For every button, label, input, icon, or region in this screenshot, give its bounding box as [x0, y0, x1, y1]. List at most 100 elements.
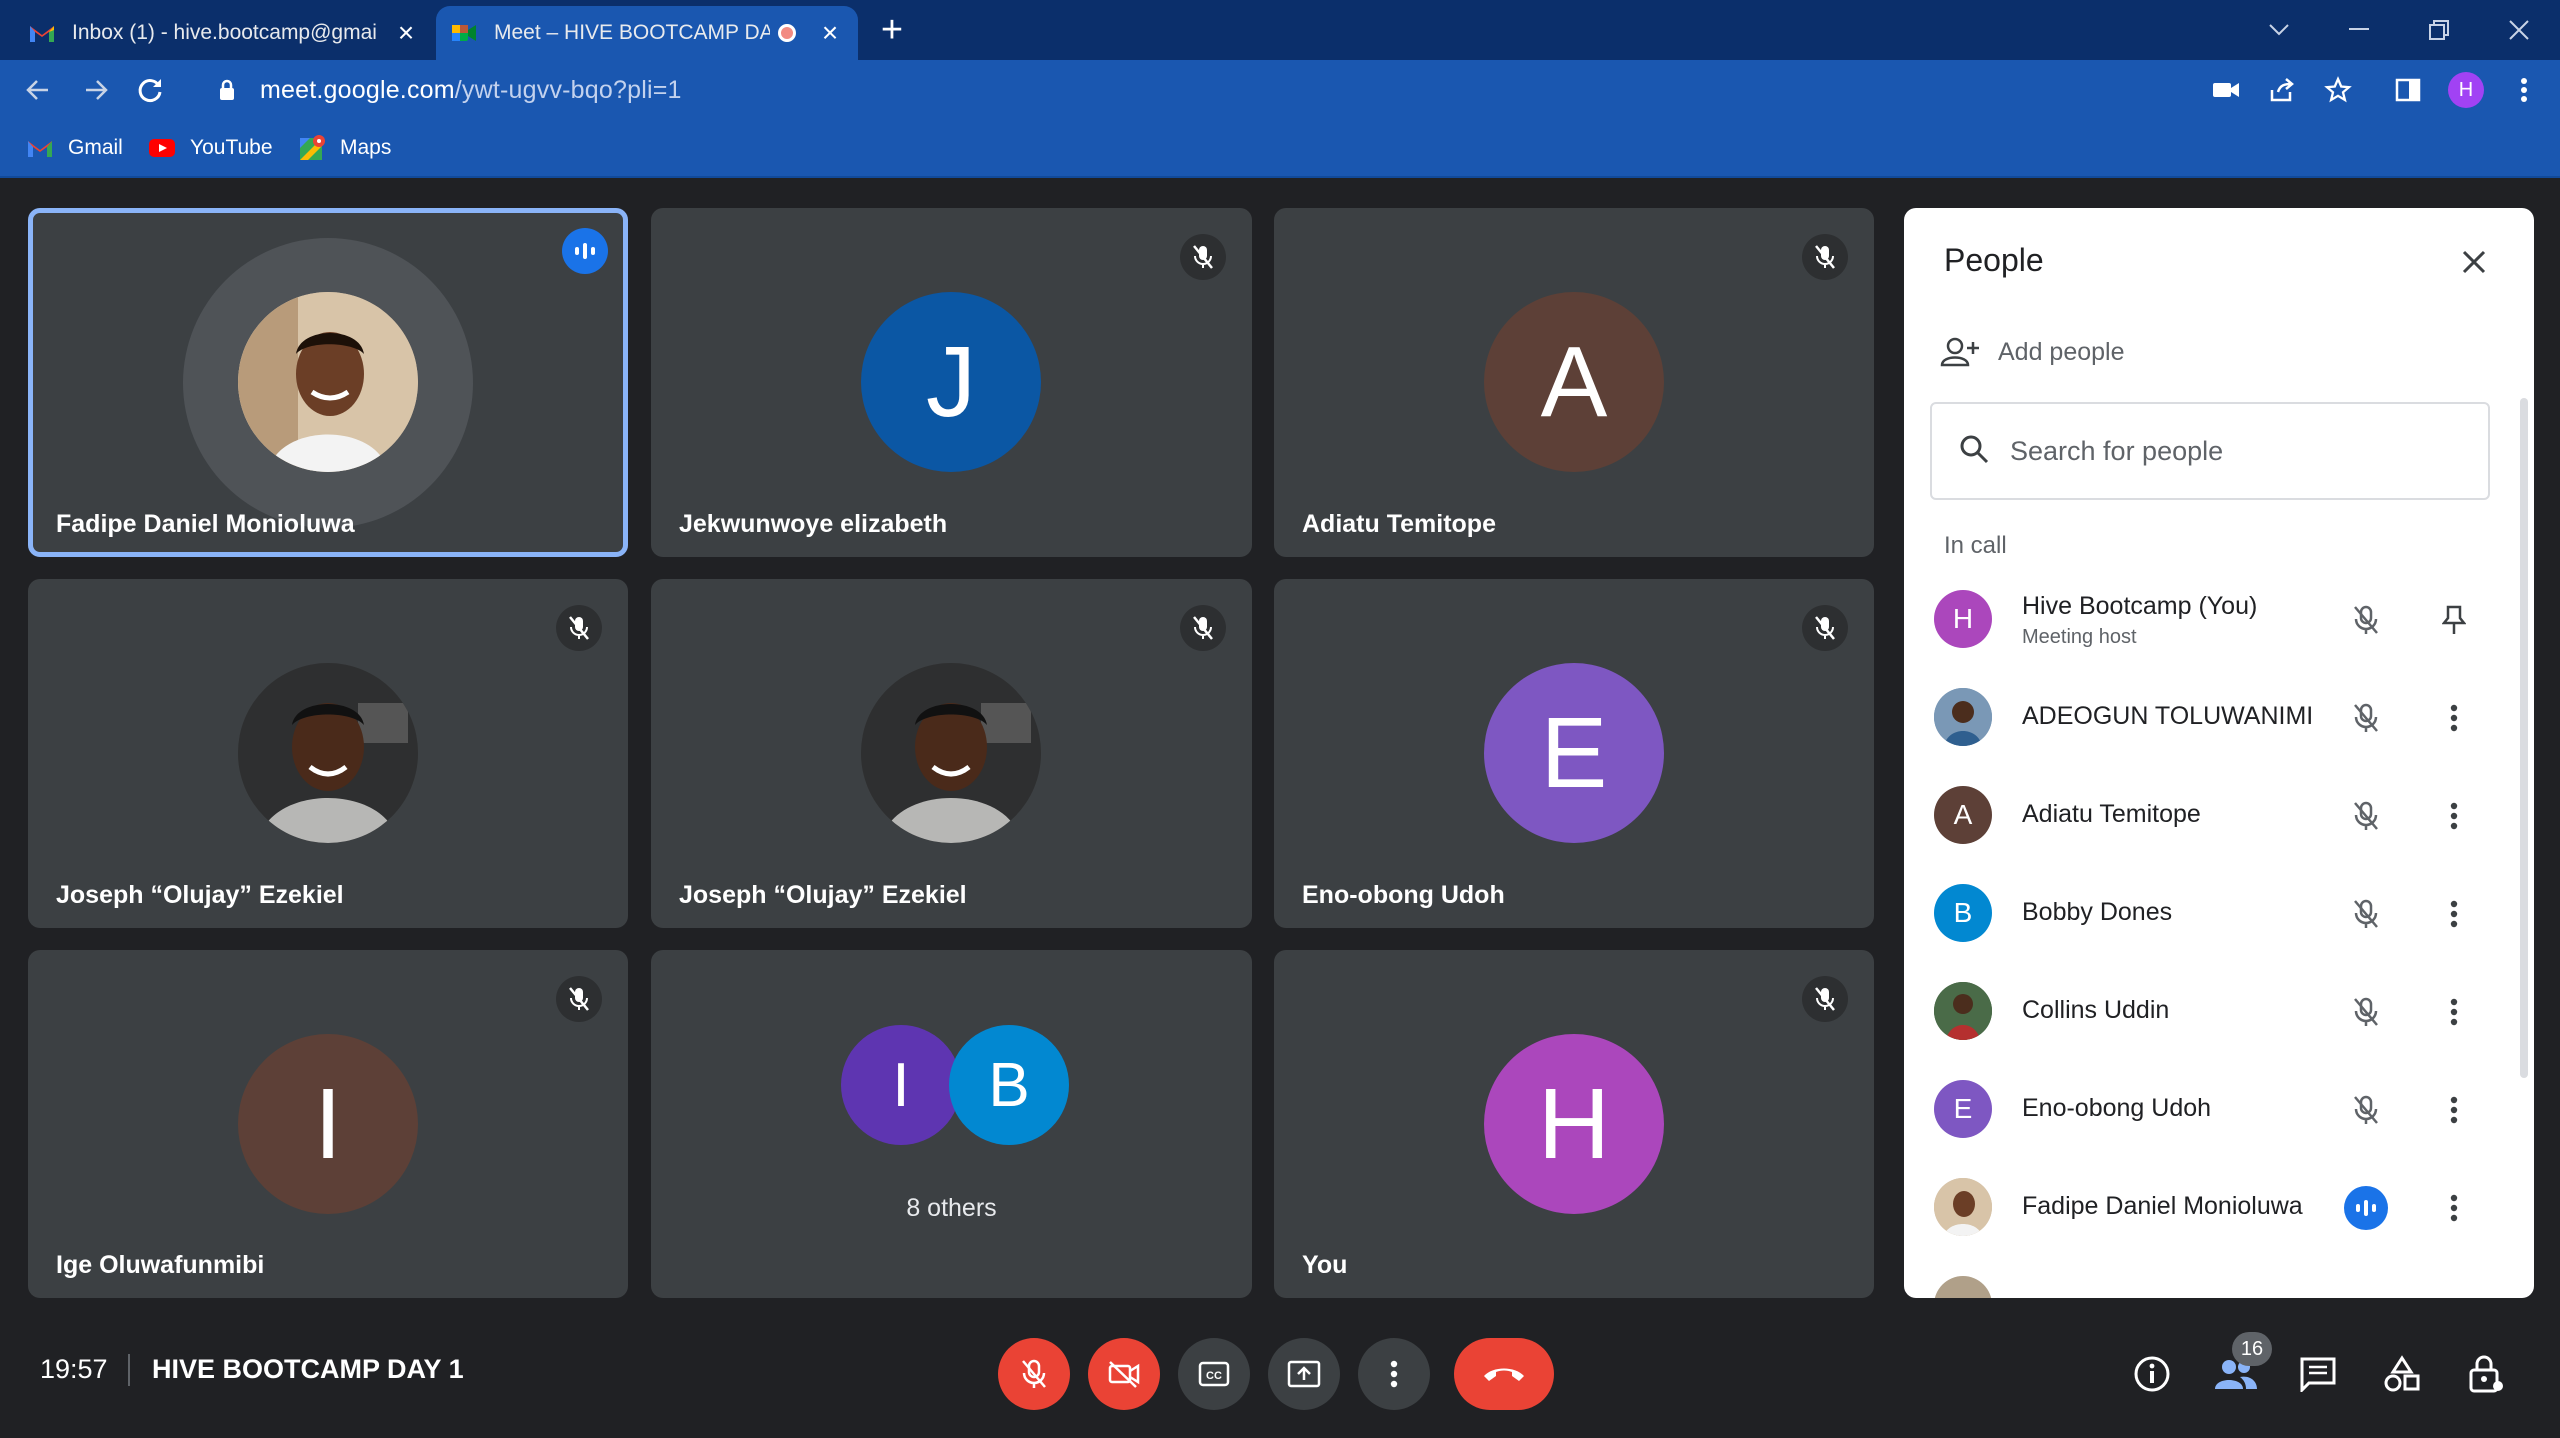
others-tile[interactable]: I B 8 others [651, 950, 1252, 1298]
participant-initial-avatar: E [1484, 663, 1664, 843]
participant-count-badge: 16 [2232, 1332, 2272, 1366]
mic-off-icon [1022, 1359, 1046, 1388]
list-item[interactable]: B Bobby Dones [1904, 864, 2534, 962]
search-field[interactable] [1930, 402, 2490, 500]
person-name: Fadipe Daniel Monioluwa [2022, 1192, 2303, 1220]
mic-off-icon[interactable] [2344, 1088, 2388, 1132]
tab-search-chevron-down-icon[interactable] [2254, 8, 2304, 52]
more-options-button[interactable] [1358, 1338, 1430, 1410]
mic-off-icon[interactable] [2344, 598, 2388, 642]
more-vert-icon[interactable] [2432, 696, 2476, 740]
participant-tile[interactable]: Fadipe Daniel Monioluwa [28, 208, 628, 557]
participant-tile[interactable]: A Adiatu Temitope [1274, 208, 1874, 557]
participant-name: Joseph “Olujay” Ezekiel [679, 881, 967, 909]
minimize-button[interactable] [2334, 8, 2384, 52]
back-arrow-icon[interactable] [18, 70, 58, 110]
leave-call-button[interactable] [1454, 1338, 1554, 1410]
address-bar[interactable]: meet.google.com/ywt-ugvv-bqo?pli=1 [192, 66, 2472, 114]
share-icon[interactable] [2264, 72, 2300, 108]
participant-tile[interactable]: Joseph “Olujay” Ezekiel [651, 579, 1252, 928]
bookmark-gmail[interactable]: Gmail [26, 134, 123, 162]
list-item[interactable]: E Eno-obong Udoh [1904, 1060, 2534, 1158]
tab-google-meet[interactable]: Meet – HIVE BOOTCAMP DA × [436, 6, 858, 60]
meeting-details-button[interactable] [2124, 1346, 2180, 1402]
participant-photo-avatar [238, 292, 418, 472]
more-vert-icon[interactable] [2432, 892, 2476, 936]
more-vert-icon[interactable] [2432, 1088, 2476, 1132]
side-panel-icon[interactable] [2390, 72, 2426, 108]
list-item[interactable]: Collins Uddin [1904, 962, 2534, 1060]
mic-off-icon [1802, 605, 1848, 651]
person-name: Adiatu Temitope [2022, 800, 2201, 828]
search-input[interactable] [2010, 435, 2470, 467]
url-text: meet.google.com/ywt-ugvv-bqo?pli=1 [260, 76, 682, 105]
more-vert-icon[interactable] [2432, 990, 2476, 1034]
participant-initial-avatar: A [1484, 292, 1664, 472]
participant-name: Jekwunwoye elizabeth [679, 510, 948, 538]
search-icon [1958, 433, 1990, 470]
activities-shapes-icon [2384, 1355, 2420, 1392]
present-screen-button[interactable] [1268, 1338, 1340, 1410]
bookmark-star-icon[interactable] [2320, 72, 2356, 108]
reload-icon[interactable] [130, 70, 170, 110]
close-window-button[interactable] [2494, 8, 2544, 52]
tab-gmail-inbox[interactable]: Inbox (1) - hive.bootcamp@gmai × [14, 6, 434, 60]
list-item[interactable]: H Hive Bootcamp (You) Meeting host [1904, 570, 2534, 668]
participant-tile[interactable]: J Jekwunwoye elizabeth [651, 208, 1252, 557]
participant-tile[interactable]: H You [1274, 950, 1874, 1298]
forward-arrow-icon[interactable] [76, 70, 116, 110]
toggle-microphone-button[interactable] [998, 1338, 1070, 1410]
participant-tile[interactable]: Joseph “Olujay” Ezekiel [28, 579, 628, 928]
mic-off-icon[interactable] [2344, 794, 2388, 838]
new-tab-button[interactable]: + [872, 9, 912, 51]
close-icon[interactable]: × [816, 17, 844, 48]
more-vert-icon[interactable] [2506, 72, 2542, 108]
bookmark-maps[interactable]: Maps [298, 134, 391, 162]
list-item[interactable]: Fadipe Daniel Monioluwa [1904, 1158, 2534, 1256]
person-name: Hive Bootcamp (You) [2022, 592, 2258, 620]
mic-off-icon[interactable] [2344, 696, 2388, 740]
host-controls-button[interactable] [2458, 1346, 2514, 1402]
avatar: A [1934, 786, 1992, 844]
add-people-button[interactable]: Add people [1938, 334, 2125, 370]
panel-scrollbar[interactable] [2520, 398, 2528, 1078]
mic-off-icon [1180, 234, 1226, 280]
tab-title: Meet – HIVE BOOTCAMP DA [494, 21, 770, 44]
profile-avatar[interactable]: H [2448, 72, 2484, 108]
close-icon[interactable]: × [392, 17, 420, 48]
lock-person-icon [2469, 1355, 2503, 1393]
gmail-icon [28, 19, 56, 47]
more-vert-icon[interactable] [2432, 1186, 2476, 1230]
speaking-indicator-icon [562, 228, 608, 274]
person-role: Meeting host [2022, 626, 2137, 648]
mic-off-icon[interactable] [2344, 990, 2388, 1034]
lock-icon[interactable] [212, 75, 242, 105]
participant-tile[interactable]: I Ige Oluwafunmibi [28, 950, 628, 1298]
meet-icon [450, 19, 478, 47]
captions-button[interactable]: CC [1178, 1338, 1250, 1410]
list-item-partially-visible[interactable] [1904, 1256, 2534, 1298]
bookmark-youtube[interactable]: YouTube [148, 134, 273, 162]
divider [128, 1354, 130, 1386]
list-item[interactable]: ADEOGUN TOLUWANIMI [1904, 668, 2534, 766]
restore-button[interactable] [2414, 8, 2464, 52]
person-name: ADEOGUN TOLUWANIMI [2022, 702, 2314, 730]
current-time: 19:57 [40, 1354, 108, 1384]
chat-button[interactable] [2290, 1346, 2346, 1402]
close-icon[interactable] [2454, 242, 2494, 282]
camera-in-use-icon[interactable] [2208, 72, 2244, 108]
more-vert-icon[interactable] [2432, 794, 2476, 838]
participant-tile[interactable]: E Eno-obong Udoh [1274, 579, 1874, 928]
participant-name: Adiatu Temitope [1302, 510, 1496, 538]
avatar: H [1934, 590, 1992, 648]
participant-initial-avatar: H [1484, 1034, 1664, 1214]
participant-photo-avatar [861, 663, 1041, 843]
activities-button[interactable] [2374, 1346, 2430, 1402]
toggle-camera-button[interactable] [1088, 1338, 1160, 1410]
participant-name: Fadipe Daniel Monioluwa [56, 510, 355, 538]
person-name: Bobby Dones [2022, 898, 2173, 926]
list-item[interactable]: A Adiatu Temitope [1904, 766, 2534, 864]
mic-off-icon[interactable] [2344, 892, 2388, 936]
pin-icon[interactable] [2432, 598, 2476, 642]
mic-off-icon [556, 976, 602, 1022]
